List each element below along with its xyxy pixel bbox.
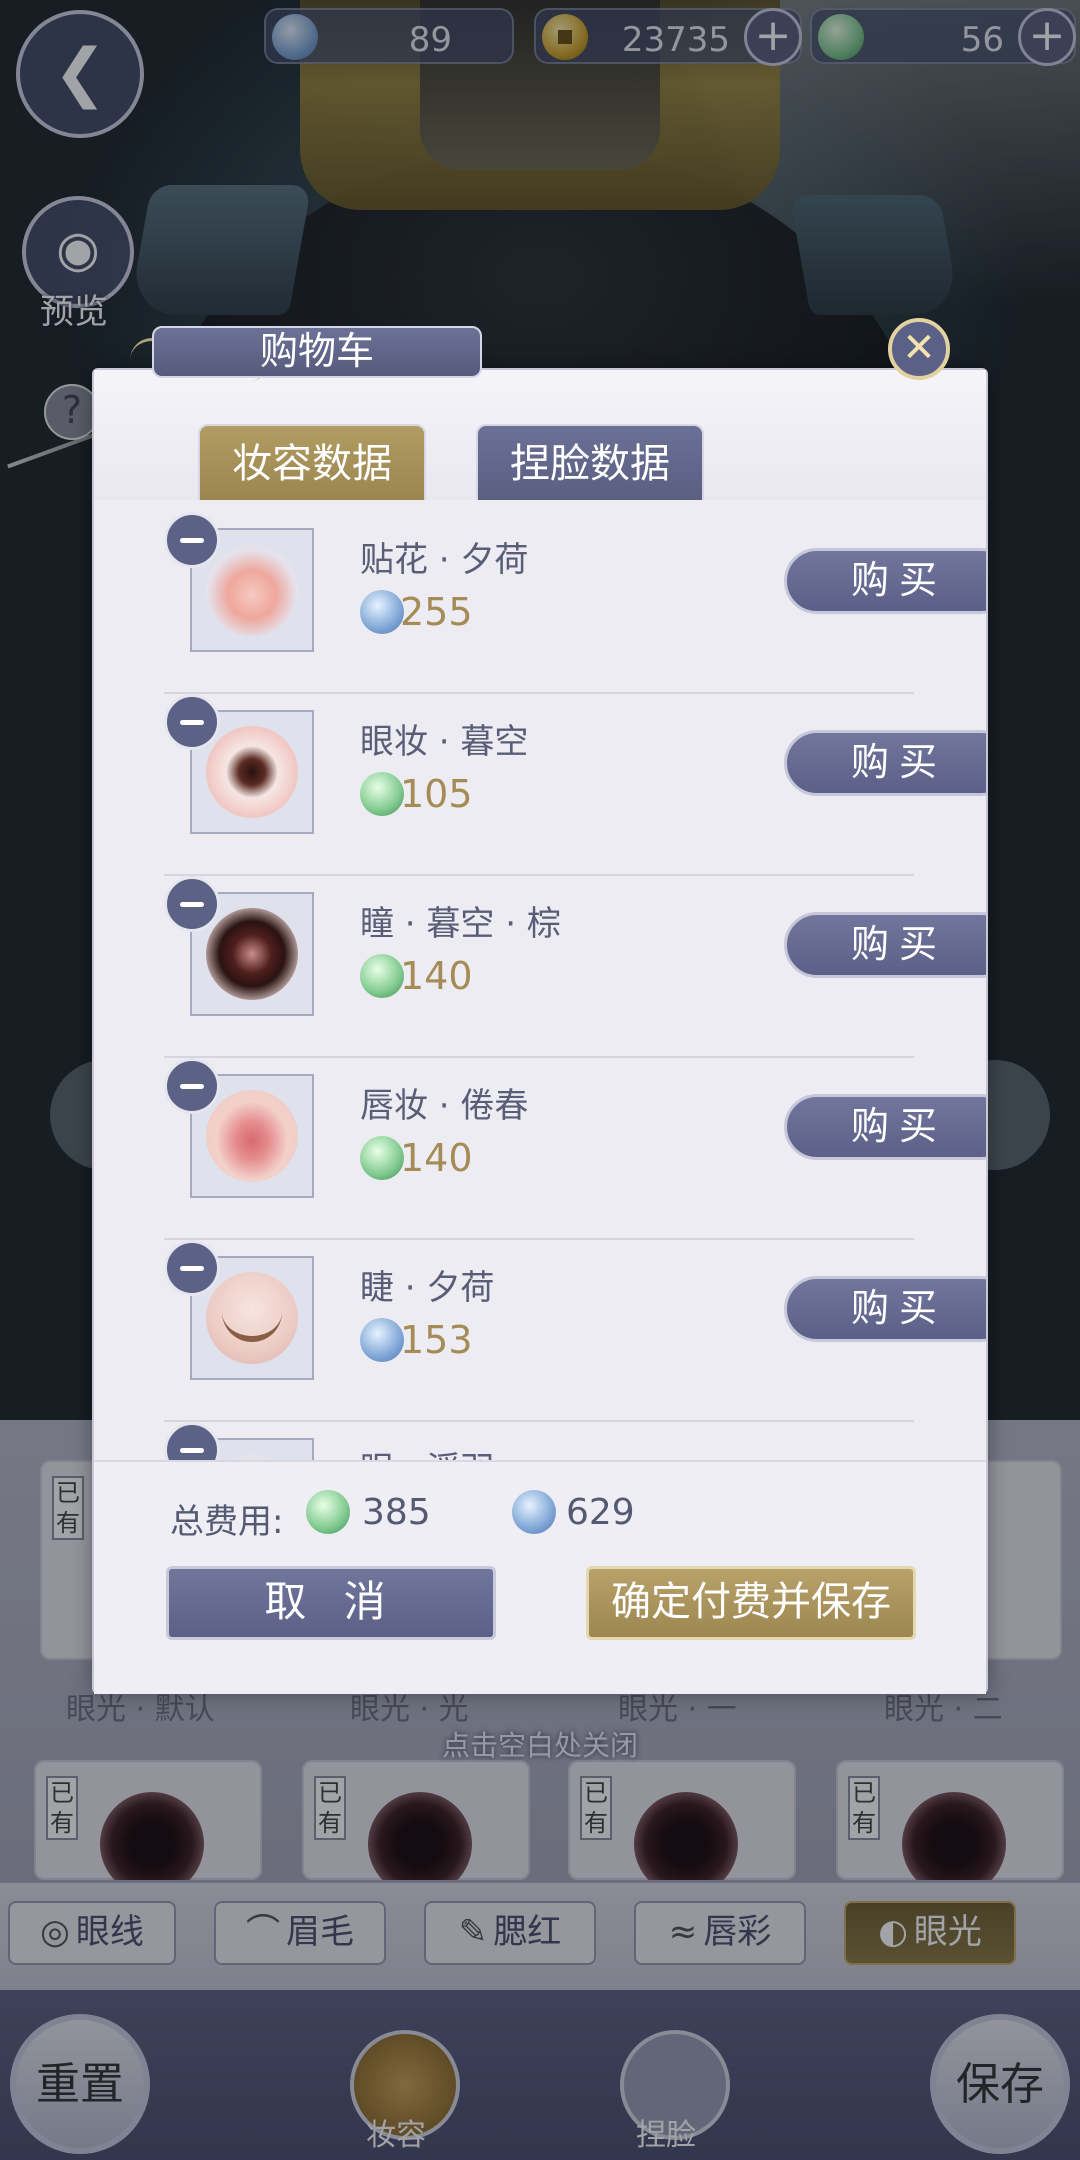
dialog-header: 妆容数据 捏脸数据 xyxy=(94,370,986,500)
item-price: 140 xyxy=(400,954,473,998)
item-price: 105 xyxy=(400,772,473,816)
tab-face-data[interactable]: 捏脸数据 xyxy=(476,424,704,500)
item-name: 睫 · 夕荷 xyxy=(360,1268,495,1308)
cart-item: 贴花 · 夕荷 255 购买 xyxy=(164,512,986,694)
silver-coin-icon xyxy=(360,590,404,634)
item-price: 140 xyxy=(400,1136,473,1180)
item-name: 贴花 · 夕荷 xyxy=(360,540,529,580)
cancel-button[interactable]: 取 消 xyxy=(166,1566,496,1640)
eyelash-icon xyxy=(206,1272,298,1364)
total-silver-amount: 629 xyxy=(566,1492,635,1533)
cart-footer: 总费用: 385 629 取 消 确定付费并保存 xyxy=(94,1460,986,1694)
eye-makeup-icon xyxy=(206,726,298,818)
cart-item: 瞳 · 暮空 · 棕 140 购买 xyxy=(164,876,986,1058)
cart-item-list[interactable]: 贴花 · 夕荷 255 购买 眼妆 · 暮空 105 购买 瞳 · 暮空 · 棕… xyxy=(94,500,986,1460)
cart-item: 睫 · 夕荷 153 购买 xyxy=(164,1240,986,1422)
dialog-title: 购物车 xyxy=(152,326,482,378)
cart-item: 唇妆 · 倦春 140 购买 xyxy=(164,1058,986,1240)
lips-icon xyxy=(206,1090,298,1182)
remove-item-button[interactable] xyxy=(164,512,220,568)
tab-makeup-data[interactable]: 妆容数据 xyxy=(198,424,426,500)
silver-coin-icon xyxy=(512,1490,556,1534)
cart-item: 眼 · 浮羽 xyxy=(164,1422,914,1460)
buy-button[interactable]: 购买 xyxy=(784,1094,986,1160)
remove-item-button[interactable] xyxy=(164,694,220,750)
cart-item: 眼妆 · 暮空 105 购买 xyxy=(164,694,986,876)
buy-button[interactable]: 购买 xyxy=(784,730,986,796)
item-price: 255 xyxy=(400,590,473,634)
buy-button[interactable]: 购买 xyxy=(784,912,986,978)
jade-coin-icon xyxy=(306,1490,350,1534)
confirm-pay-save-button[interactable]: 确定付费并保存 xyxy=(586,1566,916,1640)
remove-item-button[interactable] xyxy=(164,1422,220,1460)
silver-coin-icon xyxy=(360,1318,404,1362)
pupil-icon xyxy=(206,908,298,1000)
jade-coin-icon xyxy=(360,772,404,816)
item-price: 153 xyxy=(400,1318,473,1362)
item-name: 眼妆 · 暮空 xyxy=(360,722,529,762)
total-cost-label: 总费用: xyxy=(170,1502,284,1542)
item-name: 唇妆 · 倦春 xyxy=(360,1086,529,1126)
close-dialog-button[interactable]: ✕ xyxy=(888,318,950,380)
lotus-decal-icon xyxy=(206,544,298,636)
jade-coin-icon xyxy=(360,1136,404,1180)
buy-button[interactable]: 购买 xyxy=(784,1276,986,1342)
item-name: 眼 · 浮羽 xyxy=(360,1442,494,1460)
buy-button[interactable]: 购买 xyxy=(784,548,986,614)
jade-coin-icon xyxy=(360,954,404,998)
total-jade-amount: 385 xyxy=(362,1492,431,1533)
shopping-cart-dialog: 妆容数据 捏脸数据 贴花 · 夕荷 255 购买 眼妆 · 暮空 105 购买 … xyxy=(92,368,988,1694)
remove-item-button[interactable] xyxy=(164,1058,220,1114)
remove-item-button[interactable] xyxy=(164,876,220,932)
remove-item-button[interactable] xyxy=(164,1240,220,1296)
item-name: 瞳 · 暮空 · 棕 xyxy=(360,904,561,944)
close-icon: ✕ xyxy=(902,325,936,371)
